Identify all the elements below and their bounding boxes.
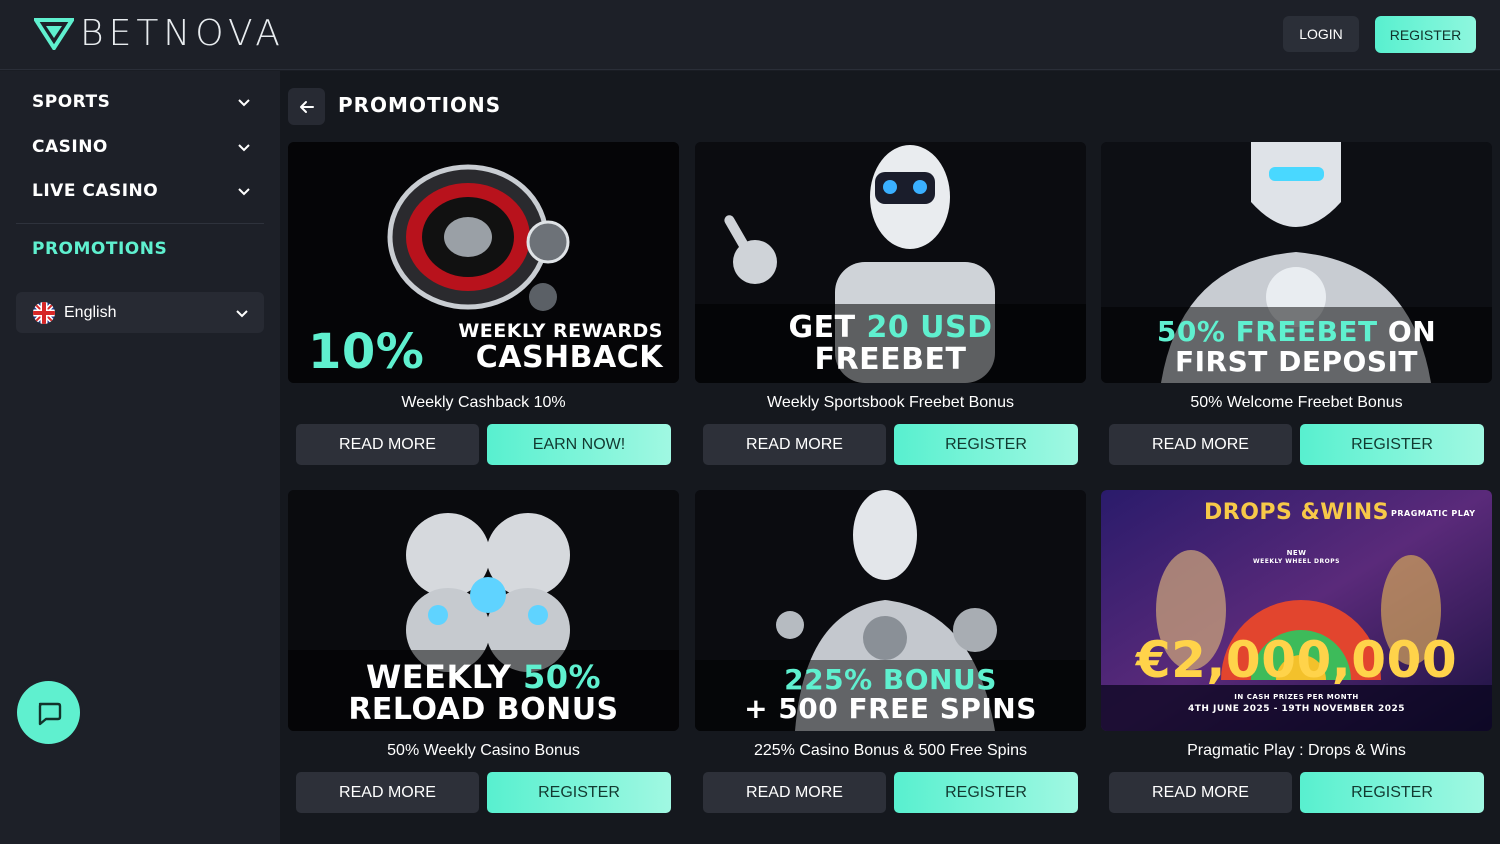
banner-line1-part: WEEKLY (365, 658, 523, 696)
banner-line2: + 500 FREE SPINS (744, 692, 1037, 725)
banner-line1: 50% FREEBET ON (1101, 318, 1492, 346)
chat-icon (38, 702, 61, 725)
sidebar-item-sports[interactable]: SPORTS (32, 87, 252, 117)
back-button[interactable] (288, 88, 325, 125)
read-more-button[interactable]: READ MORE (296, 424, 479, 465)
banner-line1-part: ON (1377, 315, 1437, 348)
sidebar-item-casino[interactable]: CASINO (32, 132, 252, 162)
sidebar-item-promotions[interactable]: PROMOTIONS (32, 239, 167, 259)
banner-line1: GET 20 USD (695, 313, 1086, 343)
banner-line2: FIRST DEPOSIT (1175, 345, 1418, 378)
promo-banner[interactable]: WEEKLY 50% RELOAD BONUS (288, 490, 679, 731)
register-cta-button[interactable]: REGISTER (1300, 424, 1484, 465)
uk-flag-icon (33, 301, 55, 324)
read-more-button[interactable]: READ MORE (296, 772, 479, 813)
chevron-down-icon (238, 188, 250, 196)
promo-banner[interactable]: GET 20 USD FREEBET (695, 142, 1086, 383)
banner-line2: RELOAD BONUS (348, 692, 619, 727)
banner-line1: 225% BONUS (784, 663, 997, 696)
login-button[interactable]: LOGIN (1283, 16, 1359, 52)
register-cta-button[interactable]: REGISTER (487, 772, 671, 813)
logo-text: BETNOVA (80, 13, 285, 54)
read-more-button[interactable]: READ MORE (703, 424, 886, 465)
promo-title: 50% Weekly Casino Bonus (387, 742, 580, 759)
promo-card-welcome-freebet: 50% FREEBET ON FIRST DEPOSIT 50% Welcome… (1101, 142, 1492, 465)
logo-mark-icon (34, 18, 74, 50)
promo-card-cashback: 10% 10% WEEKLY REWARDS CASHBACK Weekly C… (288, 142, 679, 465)
language-select[interactable]: English (16, 292, 264, 333)
banner-prize-label: IN CASH PRIZES PER MONTH (1234, 693, 1359, 701)
sidebar: SPORTS CASINO LIVE CASINO PROMOTIONS Eng… (0, 71, 280, 844)
promo-title: Pragmatic Play : Drops & Wins (1187, 742, 1406, 759)
sidebar-item-live-casino[interactable]: LIVE CASINO (32, 176, 252, 206)
promo-title: Weekly Sportsbook Freebet Bonus (767, 394, 1014, 411)
banner-line1-part: GET (788, 310, 867, 345)
language-label: English (64, 303, 117, 321)
read-more-button[interactable]: READ MORE (703, 772, 886, 813)
main-content: PROMOTIONS 10% 10% WEEKLY REWARDS CASHBA… (280, 71, 1500, 844)
chevron-down-icon (238, 144, 250, 152)
chevron-down-icon (238, 99, 250, 107)
sidebar-item-label: CASINO (32, 137, 108, 157)
sidebar-item-label: SPORTS (32, 92, 111, 112)
banner-weekly: WEEKLY WHEEL DROPS (1253, 558, 1340, 565)
promo-banner[interactable]: DROPS &WINS NEW WEEKLY WHEEL DROPS PRAGM… (1101, 490, 1492, 731)
banner-dates: 4TH JUNE 2025 - 19TH NOVEMBER 2025 (1187, 704, 1406, 714)
sidebar-divider (16, 223, 264, 224)
promo-banner[interactable]: 225% BONUS + 500 FREE SPINS (695, 490, 1086, 731)
register-cta-button[interactable]: REGISTER (1300, 772, 1484, 813)
banner-line1: WEEKLY 50% (288, 661, 679, 693)
promo-card-casino-bonus: 225% BONUS + 500 FREE SPINS 225% Casino … (695, 490, 1086, 813)
promo-title: 225% Casino Bonus & 500 Free Spins (753, 742, 1028, 759)
banner-line1-accent: 50% FREEBET (1156, 315, 1378, 348)
chevron-down-icon (236, 309, 248, 317)
banner-line2: CASHBACK (475, 340, 663, 375)
sidebar-item-label: LIVE CASINO (32, 181, 159, 201)
read-more-button[interactable]: READ MORE (1109, 772, 1292, 813)
promo-card-drops-wins: DROPS &WINS NEW WEEKLY WHEEL DROPS PRAGM… (1101, 490, 1492, 813)
banner-percent-accent: 10% (308, 324, 425, 380)
top-header: BETNOVA LOGIN REGISTER (0, 0, 1500, 70)
promo-card-weekly-reload: WEEKLY 50% RELOAD BONUS 50% Weekly Casin… (288, 490, 679, 813)
banner-line2: FREEBET (814, 342, 967, 377)
banner-line1-accent: 20 USD (866, 310, 993, 345)
banner-amount: €2,000,000 (1135, 631, 1458, 689)
banner-new-tag: NEW (1286, 549, 1307, 557)
banner-line1-accent: 50% (522, 658, 602, 696)
promo-banner[interactable]: 10% 10% WEEKLY REWARDS CASHBACK (288, 142, 679, 383)
promo-banner[interactable]: 50% FREEBET ON FIRST DEPOSIT (1101, 142, 1492, 383)
arrow-left-icon (299, 100, 314, 113)
promo-card-sportsbook-freebet: GET 20 USD FREEBET Weekly Sportsbook Fre… (695, 142, 1086, 465)
chat-button[interactable] (17, 681, 80, 744)
promo-title: 50% Welcome Freebet Bonus (1190, 394, 1403, 411)
page-title: PROMOTIONS (338, 93, 502, 117)
pragmatic-play-badge: PRAGMATIC PLAY (1391, 509, 1476, 518)
betnova-logo[interactable]: BETNOVA (34, 14, 285, 54)
promo-title: Weekly Cashback 10% (401, 394, 566, 411)
earn-now-button[interactable]: EARN NOW! (487, 424, 671, 465)
register-cta-button[interactable]: REGISTER (894, 424, 1078, 465)
register-button[interactable]: REGISTER (1375, 16, 1476, 53)
banner-line1: WEEKLY REWARDS (458, 320, 663, 342)
read-more-button[interactable]: READ MORE (1109, 424, 1292, 465)
register-cta-button[interactable]: REGISTER (894, 772, 1078, 813)
